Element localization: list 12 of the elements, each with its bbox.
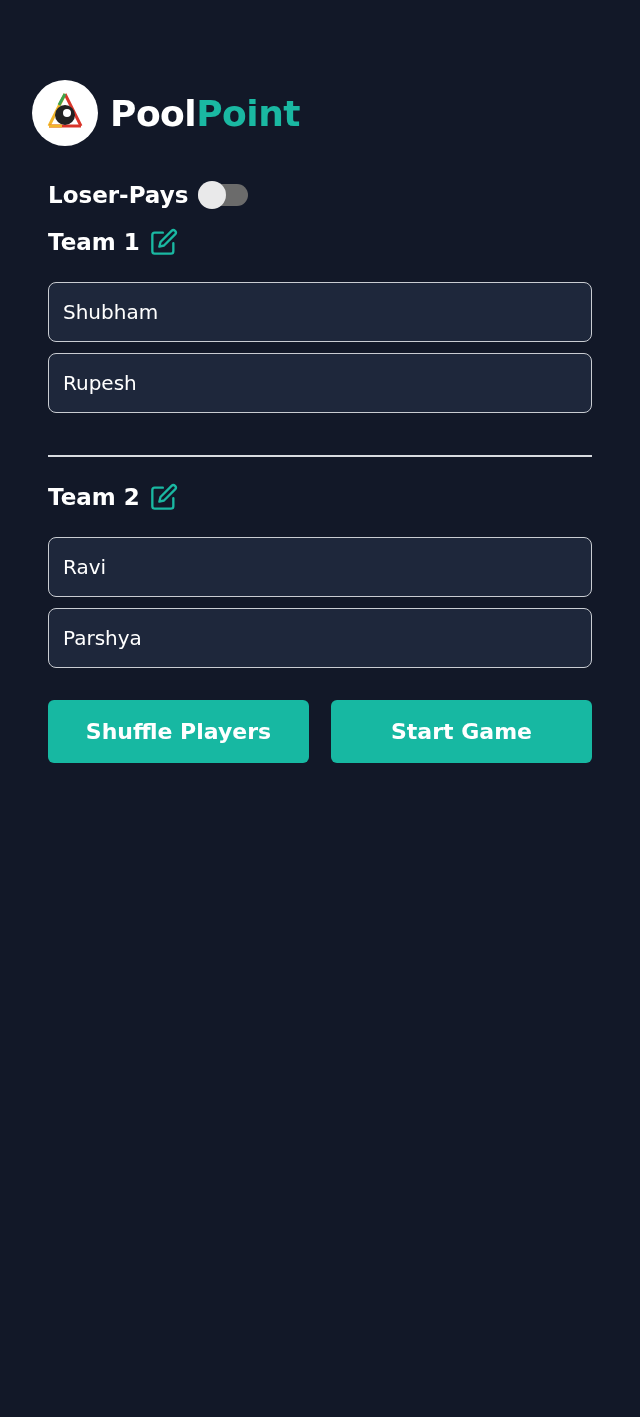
player-field[interactable]: Rupesh — [48, 353, 592, 413]
player-field[interactable]: Shubham — [48, 282, 592, 342]
toggle-label: Loser-Pays — [48, 182, 189, 208]
player-field[interactable]: Ravi — [48, 537, 592, 597]
loser-pays-switch[interactable] — [198, 184, 249, 206]
player-field[interactable]: Parshya — [48, 608, 592, 668]
edit-icon[interactable] — [149, 228, 178, 256]
edit-icon[interactable] — [149, 483, 178, 511]
logo-icon — [32, 80, 98, 146]
team-name: Team 2 — [48, 484, 140, 510]
app-title: PoolPoint — [110, 92, 300, 134]
team-name: Team 1 — [48, 229, 140, 255]
